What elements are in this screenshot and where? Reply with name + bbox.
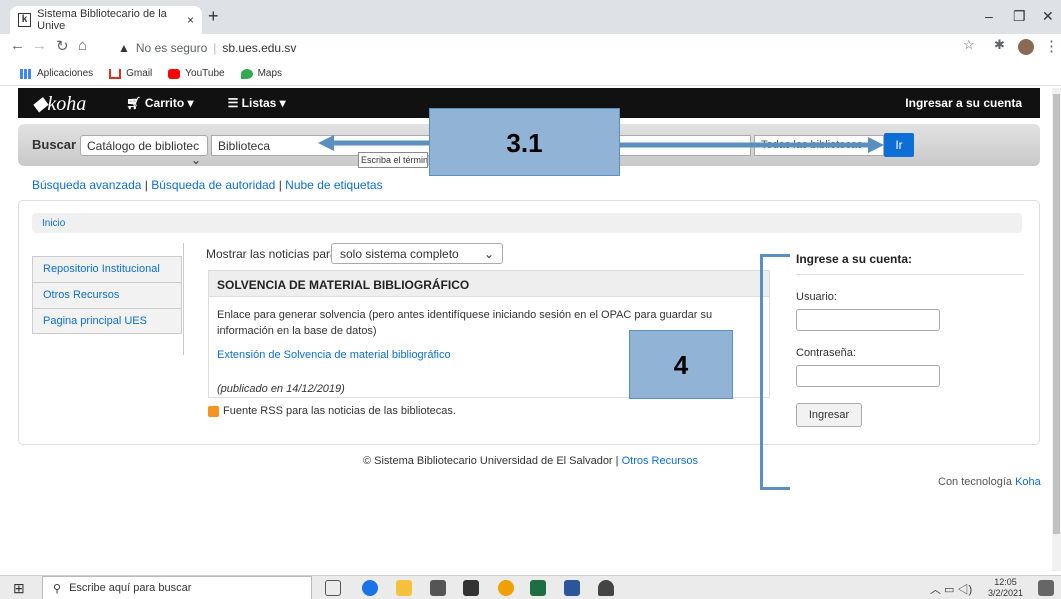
footer: © Sistema Bibliotecario Universidad de E… xyxy=(0,455,1061,467)
login-button[interactable]: Ingresar xyxy=(796,403,862,427)
login-heading: Ingrese a su cuenta: xyxy=(796,252,1024,275)
file-explorer-icon[interactable] xyxy=(396,580,412,596)
password-label: Contraseña: xyxy=(796,347,856,359)
edge-icon[interactable] xyxy=(362,580,378,596)
rss-icon xyxy=(208,405,219,417)
arrowhead-left xyxy=(318,135,334,151)
chrome-icon[interactable] xyxy=(498,580,514,596)
link-separator: | xyxy=(278,178,282,192)
advanced-search-link[interactable]: Búsqueda avanzada xyxy=(32,178,141,192)
sidebar-item-ues-home[interactable]: Pagina principal UES xyxy=(32,308,182,334)
mail-icon[interactable] xyxy=(463,580,479,596)
system-tray-icons[interactable]: ︿ ▭ ◁) xyxy=(930,581,972,597)
powered-label: Con tecnología xyxy=(938,476,1012,488)
username-label: Usuario: xyxy=(796,291,837,303)
news-filter-select[interactable]: solo sistema completo ⌄ xyxy=(331,243,503,264)
footer-other-resources-link[interactable]: Otros Recursos xyxy=(622,455,698,467)
breadcrumb: Inicio xyxy=(32,213,1022,233)
windows-taskbar: ⊞ ⚲ Escribe aquí para buscar ︿ ▭ ◁) 12:05… xyxy=(0,575,1061,599)
callout-3-1: 3.1 xyxy=(429,108,620,176)
sidebar-item-repository[interactable]: Repositorio Institucional xyxy=(32,256,182,282)
callout-4: 4 xyxy=(629,330,733,399)
search-icon: ⚲ xyxy=(53,582,62,595)
password-input[interactable] xyxy=(796,365,940,387)
login-form: Ingrese a su cuenta: Usuario: Contraseña… xyxy=(796,252,1024,427)
notifications-icon[interactable] xyxy=(1038,580,1054,596)
news-filter-label: Mostrar las noticias para: xyxy=(206,247,341,261)
sidebar-divider xyxy=(183,243,184,355)
taskbar-search-placeholder: Escribe aquí para buscar xyxy=(69,582,192,594)
chevron-down-icon: ⌄ xyxy=(483,247,494,261)
taskbar-clock[interactable]: 12:05 3/2/2021 xyxy=(988,577,1023,599)
clock-date: 3/2/2021 xyxy=(988,588,1024,598)
sidebar-item-other-resources[interactable]: Otros Recursos xyxy=(32,282,182,308)
rss-label: Fuente RSS para las noticias de las bibl… xyxy=(223,405,456,417)
news-filter-value: solo sistema completo xyxy=(340,247,459,261)
scrollbar-thumb[interactable] xyxy=(1053,94,1060,534)
authority-search-link[interactable]: Búsqueda de autoridad xyxy=(151,178,275,192)
rss-feed-link[interactable]: Fuente RSS para las noticias de las bibl… xyxy=(208,405,456,417)
excel-icon[interactable] xyxy=(530,580,546,596)
news-title: SOLVENCIA DE MATERIAL BIBLIOGRÁFICO xyxy=(209,271,769,297)
tag-cloud-link[interactable]: Nube de etiquetas xyxy=(285,178,382,192)
taskbar-search[interactable]: ⚲ Escribe aquí para buscar xyxy=(42,576,312,599)
koha-link[interactable]: Koha xyxy=(1015,476,1041,488)
store-icon[interactable] xyxy=(430,580,446,596)
sidebar-nav: Repositorio Institucional Otros Recursos… xyxy=(32,256,182,334)
search-links: Búsqueda avanzada | Búsqueda de autorida… xyxy=(32,178,383,192)
word-icon[interactable] xyxy=(564,580,580,596)
clock-time: 12:05 xyxy=(994,577,1017,587)
task-view-icon[interactable] xyxy=(325,580,341,596)
username-input[interactable] xyxy=(796,309,940,331)
windows-start-icon[interactable]: ⊞ xyxy=(13,580,25,597)
link-separator: | xyxy=(144,178,148,192)
page-scrollbar[interactable] xyxy=(1052,88,1061,571)
copyright-text: © Sistema Bibliotecario Universidad de E… xyxy=(362,455,619,467)
breadcrumb-home[interactable]: Inicio xyxy=(42,218,65,229)
arrowhead-right xyxy=(868,137,884,153)
powered-by: Con tecnología Koha xyxy=(938,476,1041,488)
shield-icon[interactable] xyxy=(598,580,614,596)
